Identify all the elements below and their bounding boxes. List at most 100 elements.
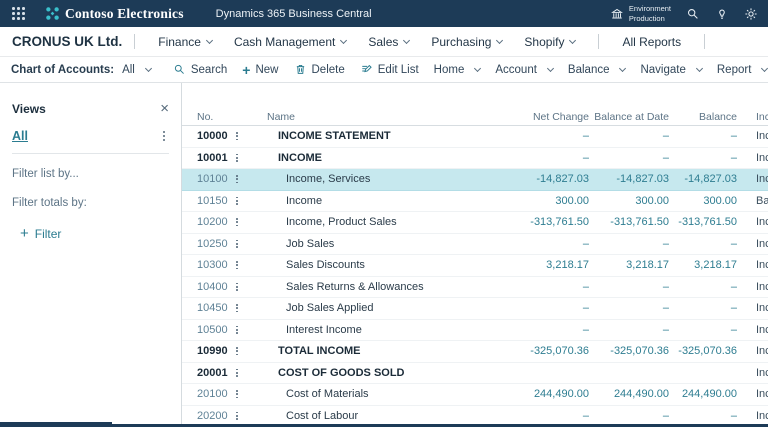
balance-value[interactable]: -313,761.50: [669, 216, 737, 228]
balance-value[interactable]: 244,490.00: [669, 388, 737, 400]
net-change-value[interactable]: –: [457, 130, 589, 142]
column-header-net-change[interactable]: Net Change: [457, 111, 589, 123]
account-no-link[interactable]: 10100: [197, 173, 228, 185]
account-no-link[interactable]: 10400: [197, 281, 228, 293]
app-launcher-icon[interactable]: [12, 7, 25, 20]
menu-balance[interactable]: Balance: [568, 64, 626, 76]
net-change-value[interactable]: 3,218.17: [457, 259, 589, 271]
row-ellipsis-icon[interactable]: [233, 345, 241, 357]
nav-item-purchasing[interactable]: Purchasing: [431, 35, 502, 49]
row-ellipsis-icon[interactable]: [233, 281, 241, 293]
row-ellipsis-icon[interactable]: [233, 324, 241, 336]
balance-value[interactable]: –: [669, 324, 737, 336]
account-no-link[interactable]: 10300: [197, 259, 228, 271]
menu-account[interactable]: Account: [495, 64, 553, 76]
table-row[interactable]: 10250 Job Sales – – – Inc: [182, 234, 768, 256]
view-selector[interactable]: All: [122, 64, 151, 76]
balance-at-date-value[interactable]: –: [589, 152, 669, 164]
view-all-link[interactable]: All: [12, 129, 28, 143]
net-change-value[interactable]: –: [457, 238, 589, 250]
balance-value[interactable]: –: [669, 130, 737, 142]
net-change-value[interactable]: –: [457, 281, 589, 293]
account-no-link[interactable]: 10150: [197, 195, 228, 207]
table-row[interactable]: 10150 Income 300.00 300.00 300.00 Ba: [182, 191, 768, 213]
account-no-link[interactable]: 10200: [197, 216, 228, 228]
balance-at-date-value[interactable]: -14,827.03: [589, 173, 669, 185]
row-ellipsis-icon[interactable]: [233, 216, 241, 228]
row-ellipsis-icon[interactable]: [233, 195, 241, 207]
table-row[interactable]: 10300 Sales Discounts 3,218.17 3,218.17 …: [182, 255, 768, 277]
net-change-value[interactable]: –: [457, 410, 589, 422]
net-change-value[interactable]: -325,070.36: [457, 345, 589, 357]
column-header-income-balance[interactable]: Inc: [737, 111, 768, 123]
row-ellipsis-icon[interactable]: [233, 259, 241, 271]
net-change-value[interactable]: 244,490.00: [457, 388, 589, 400]
balance-at-date-value[interactable]: 3,218.17: [589, 259, 669, 271]
table-row[interactable]: 10400 Sales Returns & Allowances – – – I…: [182, 277, 768, 299]
company-name[interactable]: CRONUS UK Ltd.: [12, 34, 122, 49]
column-header-balance[interactable]: Balance: [669, 111, 737, 123]
balance-at-date-value[interactable]: -325,070.36: [589, 345, 669, 357]
account-no-link[interactable]: 10990: [197, 345, 228, 357]
environment-badge[interactable]: Environment Production: [610, 4, 671, 23]
view-options-ellipsis-icon[interactable]: [159, 129, 169, 143]
balance-value[interactable]: 300.00: [669, 195, 737, 207]
balance-at-date-value[interactable]: 244,490.00: [589, 388, 669, 400]
menu-navigate[interactable]: Navigate: [640, 64, 701, 76]
table-row[interactable]: 20001 COST OF GOODS SOLD Inc: [182, 363, 768, 385]
nav-item-all-reports[interactable]: All Reports: [622, 35, 681, 49]
lightbulb-icon[interactable]: [715, 7, 729, 21]
net-change-value[interactable]: -313,761.50: [457, 216, 589, 228]
row-ellipsis-icon[interactable]: [233, 302, 241, 314]
balance-value[interactable]: -325,070.36: [669, 345, 737, 357]
account-no-link[interactable]: 10450: [197, 302, 228, 314]
balance-at-date-value[interactable]: –: [589, 281, 669, 293]
balance-at-date-value[interactable]: –: [589, 130, 669, 142]
balance-value[interactable]: 3,218.17: [669, 259, 737, 271]
new-button[interactable]: + New: [242, 63, 278, 77]
nav-item-cash-management[interactable]: Cash Management: [234, 35, 346, 49]
menu-home[interactable]: Home: [434, 64, 481, 76]
net-change-value[interactable]: 300.00: [457, 195, 589, 207]
balance-at-date-value[interactable]: 300.00: [589, 195, 669, 207]
account-no-link[interactable]: 10250: [197, 238, 228, 250]
row-ellipsis-icon[interactable]: [233, 130, 241, 142]
balance-value[interactable]: –: [669, 238, 737, 250]
balance-at-date-value[interactable]: –: [589, 324, 669, 336]
nav-item-shopify[interactable]: Shopify: [524, 35, 575, 49]
close-icon[interactable]: ×: [160, 101, 169, 116]
row-ellipsis-icon[interactable]: [233, 152, 241, 164]
search-button[interactable]: Search: [173, 63, 227, 76]
table-row[interactable]: 20100 Cost of Materials 244,490.00 244,4…: [182, 384, 768, 406]
account-no-link[interactable]: 10000: [197, 130, 228, 142]
balance-at-date-value[interactable]: –: [589, 410, 669, 422]
table-row[interactable]: 10000 INCOME STATEMENT – – – Inc: [182, 126, 768, 148]
nav-item-sales[interactable]: Sales: [368, 35, 409, 49]
account-no-link[interactable]: 20001: [197, 367, 228, 379]
add-filter-button[interactable]: + Filter: [20, 226, 169, 241]
edit-list-button[interactable]: Edit List: [360, 63, 419, 76]
column-header-no[interactable]: No.: [182, 111, 247, 123]
net-change-value[interactable]: –: [457, 324, 589, 336]
balance-value[interactable]: –: [669, 152, 737, 164]
net-change-value[interactable]: -14,827.03: [457, 173, 589, 185]
balance-value[interactable]: –: [669, 302, 737, 314]
row-ellipsis-icon[interactable]: [233, 173, 241, 185]
account-no-link[interactable]: 20100: [197, 388, 228, 400]
account-no-link[interactable]: 20200: [197, 410, 228, 422]
table-row[interactable]: 10450 Job Sales Applied – – – Inc: [182, 298, 768, 320]
account-no-link[interactable]: 10500: [197, 324, 228, 336]
gear-icon[interactable]: [744, 7, 758, 21]
account-no-link[interactable]: 10001: [197, 152, 228, 164]
balance-value[interactable]: –: [669, 410, 737, 422]
menu-report[interactable]: Report: [717, 64, 768, 76]
table-row[interactable]: 10500 Interest Income – – – Inc: [182, 320, 768, 342]
nav-item-finance[interactable]: Finance: [158, 35, 212, 49]
row-ellipsis-icon[interactable]: [233, 410, 241, 422]
balance-at-date-value[interactable]: –: [589, 302, 669, 314]
column-header-name[interactable]: Name: [247, 111, 457, 123]
row-ellipsis-icon[interactable]: [233, 238, 241, 250]
balance-value[interactable]: -14,827.03: [669, 173, 737, 185]
row-ellipsis-icon[interactable]: [233, 388, 241, 400]
delete-button[interactable]: Delete: [294, 63, 345, 76]
